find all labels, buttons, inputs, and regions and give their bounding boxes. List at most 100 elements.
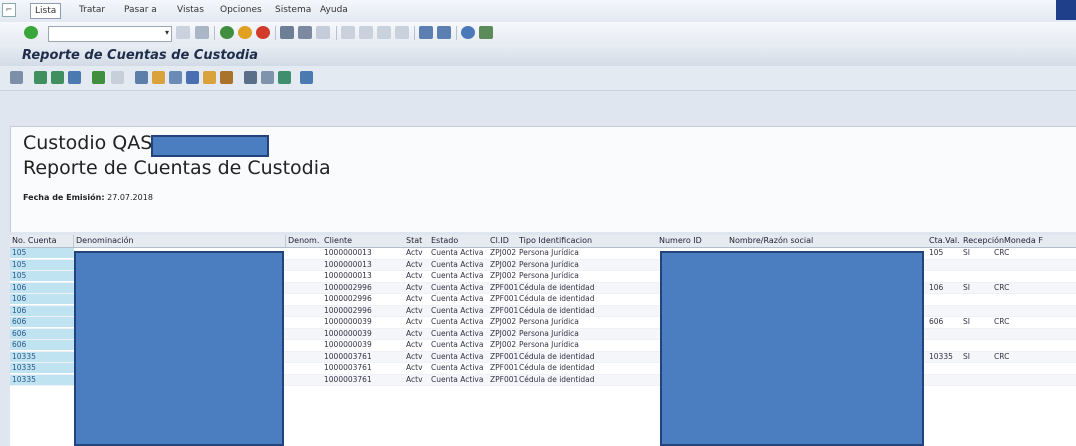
cell-tipo-id: Persona Jurídica — [519, 248, 579, 257]
cell-cliente: 1000002996 — [324, 294, 372, 303]
col-moneda[interactable]: Moneda F — [1004, 236, 1043, 245]
find-next-icon[interactable] — [316, 26, 330, 39]
standard-toolbar: ▾ — [0, 22, 1076, 45]
cell-cliente: 1000003761 — [324, 363, 372, 372]
menu-ayuda[interactable]: Ayuda — [320, 5, 348, 15]
col-stat[interactable]: Stat — [406, 236, 422, 245]
cell-recepcion: SI — [963, 248, 970, 257]
col-clid[interactable]: Cl.ID — [490, 236, 509, 245]
subtotal-icon[interactable] — [111, 71, 124, 84]
system-menu-icon[interactable]: ⌐ — [2, 3, 16, 17]
cell-no-cuenta: 606 — [10, 328, 74, 339]
cell-stat: Actv — [406, 328, 423, 338]
cell-no-cuenta: 10335 — [10, 374, 74, 385]
print-preview-icon[interactable] — [135, 71, 148, 84]
back-icon[interactable] — [176, 26, 190, 39]
col-recepcion[interactable]: Recepción — [963, 236, 1004, 245]
col-estado[interactable]: Estado — [431, 236, 458, 245]
send-icon[interactable] — [220, 71, 233, 84]
cell-stat: Actv — [406, 248, 423, 257]
col-denominacion[interactable]: Denominación — [76, 236, 134, 245]
col-cliente[interactable]: Cliente — [324, 236, 352, 245]
exit-icon[interactable] — [238, 26, 252, 39]
cell-stat: Actv — [406, 363, 423, 372]
layout-select-icon[interactable] — [261, 71, 274, 84]
cell-no-cuenta: 106 — [10, 294, 74, 304]
cell-stat: Actv — [406, 351, 423, 361]
menu-pasar-a[interactable]: Pasar a — [124, 5, 157, 15]
word-processing-icon[interactable] — [186, 71, 199, 84]
cell-no-cuenta: 10335 — [10, 363, 74, 373]
cell-cta-val: 606 — [929, 317, 944, 326]
window-control[interactable] — [1056, 0, 1076, 20]
cell-estado: Cuenta Activa — [431, 374, 484, 384]
command-field[interactable]: ▾ — [48, 26, 172, 42]
cell-cliente: 1000002996 — [324, 282, 372, 292]
menu-lista[interactable]: Lista — [30, 3, 62, 19]
spreadsheet-icon[interactable] — [169, 71, 182, 84]
chevron-down-icon[interactable]: ▾ — [165, 28, 169, 37]
cell-clid: ZPF001 — [490, 294, 519, 303]
enter-icon[interactable] — [24, 26, 38, 39]
redacted-block — [74, 251, 284, 446]
col-denom[interactable]: Denom. — [288, 236, 319, 245]
details-icon[interactable] — [10, 71, 23, 84]
report-header: Custodio QAS Reporte de Cuentas de Custo… — [10, 126, 1076, 232]
redacted-block — [660, 251, 924, 446]
help-icon[interactable] — [461, 26, 475, 39]
sort-ascending-icon[interactable] — [34, 71, 47, 84]
find-icon[interactable] — [298, 26, 312, 39]
cell-stat: Actv — [406, 305, 423, 315]
layout-change-icon[interactable] — [244, 71, 257, 84]
filter-icon[interactable] — [68, 71, 81, 84]
cell-cliente: 1000000013 — [324, 271, 372, 280]
col-no-cuenta[interactable]: No. Cuenta — [12, 236, 57, 245]
prev-page-icon[interactable] — [359, 26, 373, 39]
cell-stat: Actv — [406, 374, 423, 384]
cell-tipo-id: Persona Jurídica — [519, 259, 579, 269]
menu-sistema[interactable]: Sistema — [275, 5, 311, 15]
cell-tipo-id: Persona Jurídica — [519, 328, 579, 338]
export-icon[interactable] — [152, 71, 165, 84]
layout-save-icon[interactable] — [278, 71, 291, 84]
cell-cta-val: 106 — [929, 282, 944, 292]
cell-tipo-id: Cédula de identidad — [519, 351, 595, 361]
cell-estado: Cuenta Activa — [431, 294, 484, 303]
emission-date: Fecha de Emisión: 27.07.2018 — [23, 193, 153, 202]
cell-stat: Actv — [406, 271, 423, 280]
cell-tipo-id: Persona Jurídica — [519, 271, 579, 280]
shortcut-icon[interactable] — [437, 26, 451, 39]
local-file-icon[interactable] — [203, 71, 216, 84]
save-icon[interactable] — [195, 26, 209, 39]
last-page-icon[interactable] — [395, 26, 409, 39]
menu-tratar[interactable]: Tratar — [79, 5, 105, 15]
cell-stat: Actv — [406, 294, 423, 303]
cell-moneda: CRC — [994, 282, 1010, 292]
emission-date-label: Fecha de Emisión: — [23, 193, 105, 202]
back-nav-icon[interactable] — [220, 26, 234, 39]
print-icon[interactable] — [280, 26, 294, 39]
col-tipo-id[interactable]: Tipo Identificacion — [519, 236, 592, 245]
col-numero-id[interactable]: Numero ID — [659, 236, 702, 245]
cell-no-cuenta: 10335 — [10, 351, 74, 362]
first-page-icon[interactable] — [341, 26, 355, 39]
cell-clid: ZPF001 — [490, 351, 519, 361]
header-line-2: Reporte de Cuentas de Custodia — [23, 157, 331, 179]
next-page-icon[interactable] — [377, 26, 391, 39]
layout-icon[interactable] — [479, 26, 493, 39]
cell-cliente: 1000002996 — [324, 305, 372, 315]
menu-opciones[interactable]: Opciones — [220, 5, 262, 15]
total-icon[interactable] — [92, 71, 105, 84]
cell-tipo-id: Cédula de identidad — [519, 305, 595, 315]
col-cta-val[interactable]: Cta.Val. — [929, 236, 960, 245]
menu-vistas[interactable]: Vistas — [177, 5, 204, 15]
cell-tipo-id: Cédula de identidad — [519, 363, 595, 372]
sort-descending-icon[interactable] — [51, 71, 64, 84]
cell-clid: ZPJ002 — [490, 317, 517, 326]
col-nombre[interactable]: Nombre/Razón social — [729, 236, 813, 245]
emission-date-value: 27.07.2018 — [107, 193, 153, 202]
cancel-icon[interactable] — [256, 26, 270, 39]
cell-no-cuenta: 106 — [10, 282, 74, 293]
new-session-icon[interactable] — [419, 26, 433, 39]
info-icon[interactable] — [300, 71, 313, 84]
